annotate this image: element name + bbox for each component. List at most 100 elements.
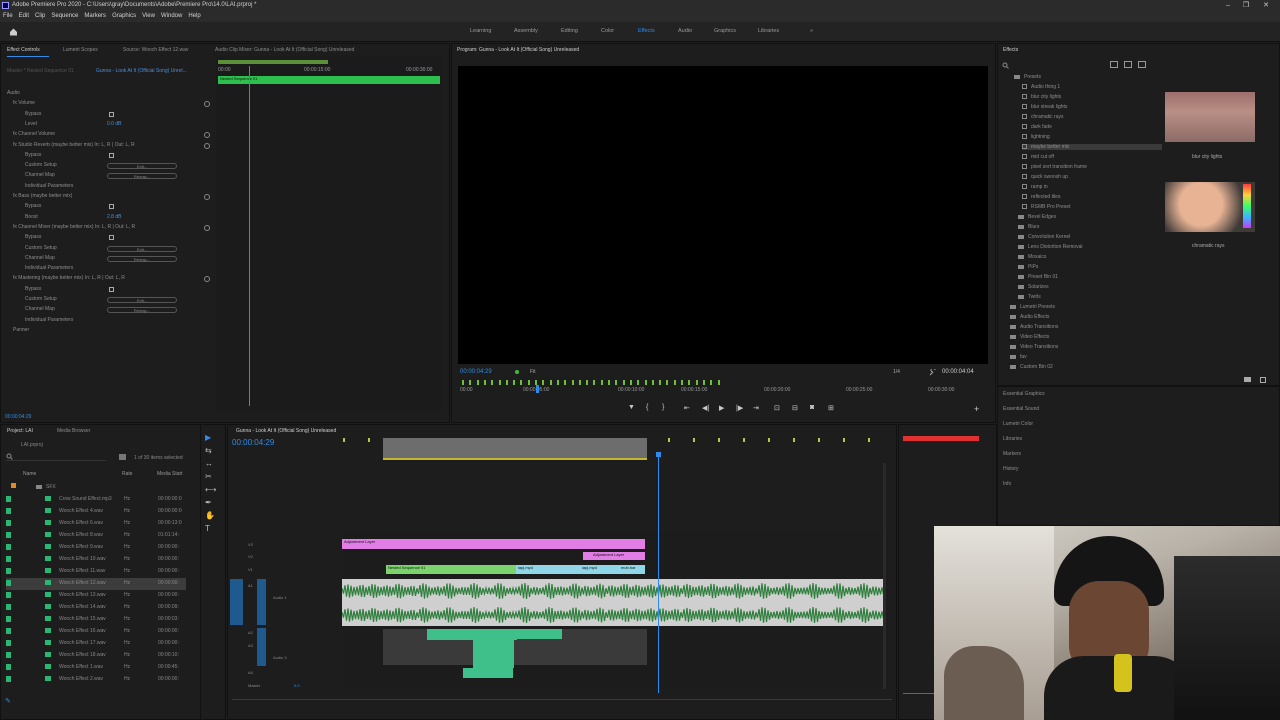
clip-audio-a4[interactable] bbox=[463, 668, 513, 678]
preset-item[interactable]: RSMB Pro Preset bbox=[1022, 204, 1070, 210]
new-bin-icon[interactable] bbox=[1244, 377, 1251, 382]
clip-audio-a1[interactable] bbox=[342, 579, 883, 626]
pen-tool-icon[interactable]: ✒ bbox=[205, 498, 212, 507]
param-value[interactable]: 2.8 dB bbox=[107, 214, 121, 220]
clip-adjustment-layer-2[interactable]: Adjustment Layer bbox=[583, 552, 645, 560]
export-frame-icon[interactable]: ◙ bbox=[810, 404, 814, 411]
clip-nested-sequence[interactable]: Nested Sequence 01 bbox=[386, 565, 516, 574]
project-item[interactable]: Wooch Effect 13.wav Hz 00:00:00: bbox=[6, 590, 186, 602]
ec-row-audio[interactable]: Audio bbox=[7, 90, 20, 96]
param-button[interactable]: Remap... bbox=[107, 307, 177, 314]
track-select-tool-icon[interactable]: ⇆ bbox=[205, 446, 212, 455]
project-search-input[interactable] bbox=[6, 453, 106, 461]
timeline-vertical-scrollbar[interactable] bbox=[883, 463, 886, 689]
menu-window[interactable]: Window bbox=[161, 13, 182, 19]
preset-bin[interactable]: Lens Distortion Removal bbox=[1018, 244, 1082, 250]
ec-row-fx-studio-reverb-maybe-better-[interactable]: fx Studio Reverb (maybe better mix) In: … bbox=[13, 142, 135, 148]
reset-parameter-icon[interactable] bbox=[204, 132, 210, 139]
preset-item[interactable]: lightning bbox=[1022, 134, 1050, 140]
menu-edit[interactable]: Edit bbox=[19, 13, 29, 19]
ec-row-bypass[interactable]: Bypass bbox=[25, 234, 41, 240]
sequence-marker[interactable] bbox=[743, 438, 745, 442]
resolution-select[interactable]: 1/4 bbox=[893, 369, 900, 375]
32bit-effects-icon[interactable] bbox=[1124, 61, 1132, 68]
ec-row-bypass[interactable]: Bypass bbox=[25, 152, 41, 158]
wrench-icon[interactable] bbox=[929, 367, 936, 376]
program-playhead[interactable] bbox=[536, 385, 539, 393]
program-marker[interactable] bbox=[556, 380, 559, 385]
preset-bin[interactable]: Solarizes bbox=[1018, 284, 1049, 290]
ec-row-boost[interactable]: Boost bbox=[25, 214, 38, 220]
preset-item[interactable]: blur city lights bbox=[1022, 94, 1061, 100]
bin-folder-sfx[interactable]: SFX bbox=[11, 483, 56, 490]
a1-source-patch[interactable] bbox=[230, 579, 243, 625]
program-marker[interactable] bbox=[527, 380, 530, 385]
project-item[interactable]: Wooch Effect 12.wav Hz 00:00:00: bbox=[6, 578, 186, 590]
program-marker[interactable] bbox=[513, 380, 516, 385]
sequence-marker[interactable] bbox=[343, 438, 345, 442]
program-marker[interactable] bbox=[673, 380, 676, 385]
slip-tool-icon[interactable]: ⟷ bbox=[205, 485, 216, 494]
sequence-marker[interactable] bbox=[868, 438, 870, 442]
timeline-horizontal-scrollbar[interactable] bbox=[232, 699, 892, 702]
preset-item[interactable]: maybe better mix bbox=[1022, 144, 1162, 150]
program-marker[interactable] bbox=[717, 380, 720, 385]
panel-markers[interactable]: Markers bbox=[1003, 451, 1021, 457]
clip-name[interactable]: Gunna - Look At It (Official Song) Unrel… bbox=[96, 68, 187, 74]
sequence-marker[interactable] bbox=[818, 438, 820, 442]
ec-row-fx-channel-volume[interactable]: fx Channel Volume bbox=[13, 131, 55, 137]
preset-item[interactable]: ramp in bbox=[1022, 184, 1048, 190]
add-button-icon[interactable]: + bbox=[974, 404, 979, 414]
sequence-marker[interactable] bbox=[768, 438, 770, 442]
reset-parameter-icon[interactable] bbox=[204, 101, 210, 108]
project-item[interactable]: Wooch Effect 16.wav Hz 00:00:00: bbox=[6, 626, 186, 638]
program-marker[interactable] bbox=[593, 380, 596, 385]
program-marker[interactable] bbox=[491, 380, 494, 385]
bypass-checkbox[interactable] bbox=[109, 111, 114, 117]
reset-parameter-icon[interactable] bbox=[204, 276, 210, 283]
razor-tool-icon[interactable]: ✂ bbox=[205, 472, 212, 481]
effects-category[interactable]: Audio Transitions bbox=[1010, 324, 1058, 330]
param-value[interactable]: 0.0 dB bbox=[107, 121, 121, 127]
clip-mp4-2[interactable]: lapj.mp4 bbox=[580, 565, 619, 574]
effects-category[interactable]: Custom Bin 02 bbox=[1010, 364, 1053, 370]
program-marker[interactable] bbox=[681, 380, 683, 385]
effects-category[interactable]: Audio Effects bbox=[1010, 314, 1049, 320]
ec-row-bypass[interactable]: Bypass bbox=[25, 111, 41, 117]
preset-item[interactable]: quick swoosh up bbox=[1022, 174, 1068, 180]
bypass-checkbox[interactable] bbox=[109, 286, 114, 292]
program-marker[interactable] bbox=[615, 380, 618, 385]
track-header-master[interactable]: Master bbox=[248, 683, 260, 688]
project-item[interactable]: Wooch Effect 8.wav Hz 01:01:14: bbox=[6, 530, 186, 542]
program-marker[interactable] bbox=[571, 380, 574, 385]
master-volume-value[interactable]: 0.0 bbox=[294, 683, 300, 688]
column-rate[interactable]: Rate bbox=[122, 471, 133, 477]
program-marker[interactable] bbox=[710, 380, 713, 385]
a2-target-patch[interactable] bbox=[257, 628, 266, 666]
maximize-icon[interactable]: ❐ bbox=[1236, 0, 1256, 11]
tab-audio-clip-mixer[interactable]: Audio Clip Mixer: Gunna - Look At It (Of… bbox=[215, 47, 354, 53]
delete-icon[interactable] bbox=[1260, 377, 1266, 383]
panel-essential-sound[interactable]: Essential Sound bbox=[1003, 406, 1039, 412]
pen-icon[interactable]: ✎ bbox=[5, 698, 11, 705]
preset-item[interactable]: Audio thing 1 bbox=[1022, 84, 1060, 90]
program-marker[interactable] bbox=[666, 380, 669, 385]
preset-item[interactable]: pixel sort transition frame bbox=[1022, 164, 1087, 170]
project-item[interactable]: Wooch Effect 2.wav Hz 00:00:00: bbox=[6, 674, 186, 686]
param-button[interactable]: Remap... bbox=[107, 173, 177, 180]
preset-bin[interactable]: Twirls bbox=[1018, 294, 1041, 300]
menu-help[interactable]: Help bbox=[188, 13, 200, 19]
tab-program[interactable]: Program: Gunna - Look At It (Official So… bbox=[457, 47, 579, 53]
panel-essential-graphics[interactable]: Essential Graphics bbox=[1003, 391, 1045, 397]
preset-bin[interactable]: Mosaics bbox=[1018, 254, 1046, 260]
go-to-in-icon[interactable]: ⇤ bbox=[684, 404, 690, 412]
preset-bin[interactable]: Convolution Kernel bbox=[1018, 234, 1070, 240]
marker-icon[interactable]: ▼ bbox=[628, 404, 635, 411]
tab-project[interactable]: Project: LAI bbox=[7, 428, 33, 434]
tab-lumetri-scopes[interactable]: Lumetri Scopes bbox=[63, 47, 98, 53]
preset-bin[interactable]: Preset Bin 01 bbox=[1018, 274, 1058, 280]
bypass-checkbox[interactable] bbox=[109, 235, 114, 241]
project-item[interactable]: Wooch Effect 14.wav Hz 00:00:09: bbox=[6, 602, 186, 614]
program-marker[interactable] bbox=[637, 380, 640, 385]
panel-libraries[interactable]: Libraries bbox=[1003, 436, 1022, 442]
